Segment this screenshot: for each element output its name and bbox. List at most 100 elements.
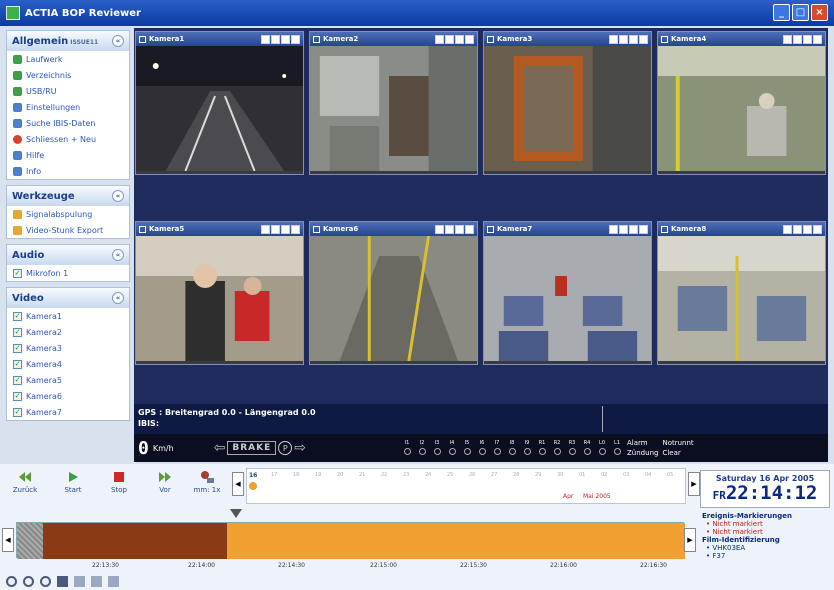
close-icon[interactable] <box>465 224 474 234</box>
sidebar-item-kamera2[interactable]: ✓ Kamera2 <box>7 324 129 340</box>
close-icon[interactable] <box>639 224 648 234</box>
pin-icon[interactable] <box>609 34 618 44</box>
zoom-out-icon[interactable] <box>23 576 34 587</box>
speed-button[interactable]: mm: 1x <box>192 470 222 494</box>
snapshot-icon[interactable] <box>793 224 802 234</box>
maximize-icon[interactable] <box>629 224 638 234</box>
sidebar-item-suche-ibis[interactable]: Suche IBIS-Daten <box>7 115 129 131</box>
maximize-icon[interactable] <box>803 34 812 44</box>
zoom-in-icon[interactable] <box>6 576 17 587</box>
camera-tile-3[interactable]: Kamera3 <box>483 31 652 175</box>
sidebar-item-signalabspulung[interactable]: Signalabspulung <box>7 206 129 222</box>
film-item[interactable]: • F37 <box>702 552 830 560</box>
filter-icon[interactable] <box>57 576 68 587</box>
camera-tile-4[interactable]: Kamera4 <box>657 31 826 175</box>
maximize-icon[interactable] <box>455 34 464 44</box>
sidebar-item-hilfe[interactable]: Hilfe <box>7 147 129 163</box>
maximize-icon[interactable] <box>281 224 290 234</box>
collapse-icon[interactable]: « <box>112 292 124 304</box>
maximize-icon[interactable] <box>281 34 290 44</box>
group-header-werkzeuge[interactable]: Werkzeuge « <box>7 186 129 206</box>
sidebar-item-kamera6[interactable]: ✓ Kamera6 <box>7 388 129 404</box>
snapshot-icon[interactable] <box>445 224 454 234</box>
checkbox-icon[interactable]: ✓ <box>13 407 22 417</box>
calendar-strip[interactable]: 16 17 18 19 20 21 22 23 24 25 26 27 28 2… <box>246 468 686 504</box>
minimize-button[interactable]: _ <box>773 4 790 21</box>
checkbox-icon[interactable]: ✓ <box>13 391 22 401</box>
stop-button[interactable]: Stop <box>104 470 134 494</box>
event-item[interactable]: • Nicht markiert <box>702 520 830 528</box>
pin-icon[interactable] <box>435 34 444 44</box>
group-header-audio[interactable]: Audio « <box>7 245 129 265</box>
maximize-icon[interactable] <box>803 224 812 234</box>
camera-tile-2[interactable]: Kamera2 <box>309 31 478 175</box>
close-icon[interactable] <box>639 34 648 44</box>
forward-button[interactable]: Vor <box>150 470 180 494</box>
checkbox-icon[interactable]: ✓ <box>13 375 22 385</box>
checkbox-icon[interactable]: ✓ <box>13 268 22 278</box>
close-icon[interactable] <box>291 34 300 44</box>
tool-icon[interactable] <box>108 576 119 587</box>
sidebar-item-verzeichnis[interactable]: Verzeichnis <box>7 67 129 83</box>
snapshot-icon[interactable] <box>793 34 802 44</box>
pin-icon[interactable] <box>609 224 618 234</box>
pin-icon[interactable] <box>783 34 792 44</box>
snapshot-icon[interactable] <box>271 34 280 44</box>
pin-icon[interactable] <box>261 34 270 44</box>
close-icon[interactable] <box>291 224 300 234</box>
checkbox-icon[interactable]: ✓ <box>13 343 22 353</box>
timeline-prev-button[interactable]: ◀ <box>2 528 14 552</box>
sidebar-item-kamera5[interactable]: ✓ Kamera5 <box>7 372 129 388</box>
close-icon[interactable] <box>813 224 822 234</box>
filter-icon[interactable] <box>91 576 102 587</box>
checkbox-icon[interactable]: ✓ <box>13 327 22 337</box>
snapshot-icon[interactable] <box>445 34 454 44</box>
camera-tile-5[interactable]: Kamera5 <box>135 221 304 365</box>
zoom-fit-icon[interactable] <box>40 576 51 587</box>
sidebar-item-schliessen[interactable]: Schliessen + Neu <box>7 131 129 147</box>
sidebar-item-kamera3[interactable]: ✓ Kamera3 <box>7 340 129 356</box>
camera-tile-6[interactable]: Kamera6 <box>309 221 478 365</box>
playhead-marker[interactable] <box>230 509 242 518</box>
timeline-bar[interactable] <box>16 522 685 559</box>
calendar-prev-button[interactable]: ◀ <box>232 472 244 496</box>
sidebar-item-info[interactable]: Info <box>7 163 129 179</box>
sidebar-item-einstellungen[interactable]: Einstellungen <box>7 99 129 115</box>
pin-icon[interactable] <box>435 224 444 234</box>
timeline-next-button[interactable]: ▶ <box>684 528 696 552</box>
group-header-allgemein[interactable]: Allgemein ISSUE11 « <box>7 31 129 51</box>
close-button[interactable]: × <box>811 4 828 21</box>
camera-tile-1[interactable]: Kamera1 <box>135 31 304 175</box>
pin-icon[interactable] <box>261 224 270 234</box>
sidebar-item-video-export[interactable]: Video-Stunk Export <box>7 222 129 238</box>
close-icon[interactable] <box>465 34 474 44</box>
collapse-icon[interactable]: « <box>112 249 124 261</box>
sidebar-item-kamera4[interactable]: ✓ Kamera4 <box>7 356 129 372</box>
maximize-button[interactable]: □ <box>792 4 809 21</box>
group-header-video[interactable]: Video « <box>7 288 129 308</box>
sidebar-item-laufwerk[interactable]: Laufwerk <box>7 51 129 67</box>
checkbox-icon[interactable]: ✓ <box>13 311 22 321</box>
camera-tile-8[interactable]: Kamera8 <box>657 221 826 365</box>
snapshot-icon[interactable] <box>619 224 628 234</box>
pin-icon[interactable] <box>783 224 792 234</box>
event-item[interactable]: • Nicht markiert <box>702 528 830 536</box>
sidebar-item-mikrofon[interactable]: ✓ Mikrofon 1 <box>7 265 129 281</box>
snapshot-icon[interactable] <box>271 224 280 234</box>
collapse-icon[interactable]: « <box>112 35 124 47</box>
sidebar-item-usbru[interactable]: USB/RU <box>7 83 129 99</box>
close-icon[interactable] <box>813 34 822 44</box>
sidebar-item-kamera7[interactable]: ✓ Kamera7 <box>7 404 129 420</box>
film-item[interactable]: • VHK03EA <box>702 544 830 552</box>
play-button[interactable]: Start <box>58 470 88 494</box>
filter-icon[interactable] <box>74 576 85 587</box>
calendar-next-button[interactable]: ▶ <box>688 472 700 496</box>
camera-tile-7[interactable]: Kamera7 <box>483 221 652 365</box>
checkbox-icon[interactable]: ✓ <box>13 359 22 369</box>
snapshot-icon[interactable] <box>619 34 628 44</box>
maximize-icon[interactable] <box>629 34 638 44</box>
collapse-icon[interactable]: « <box>112 190 124 202</box>
maximize-icon[interactable] <box>455 224 464 234</box>
sidebar-item-kamera1[interactable]: ✓ Kamera1 <box>7 308 129 324</box>
rewind-button[interactable]: Zurück <box>10 470 40 494</box>
